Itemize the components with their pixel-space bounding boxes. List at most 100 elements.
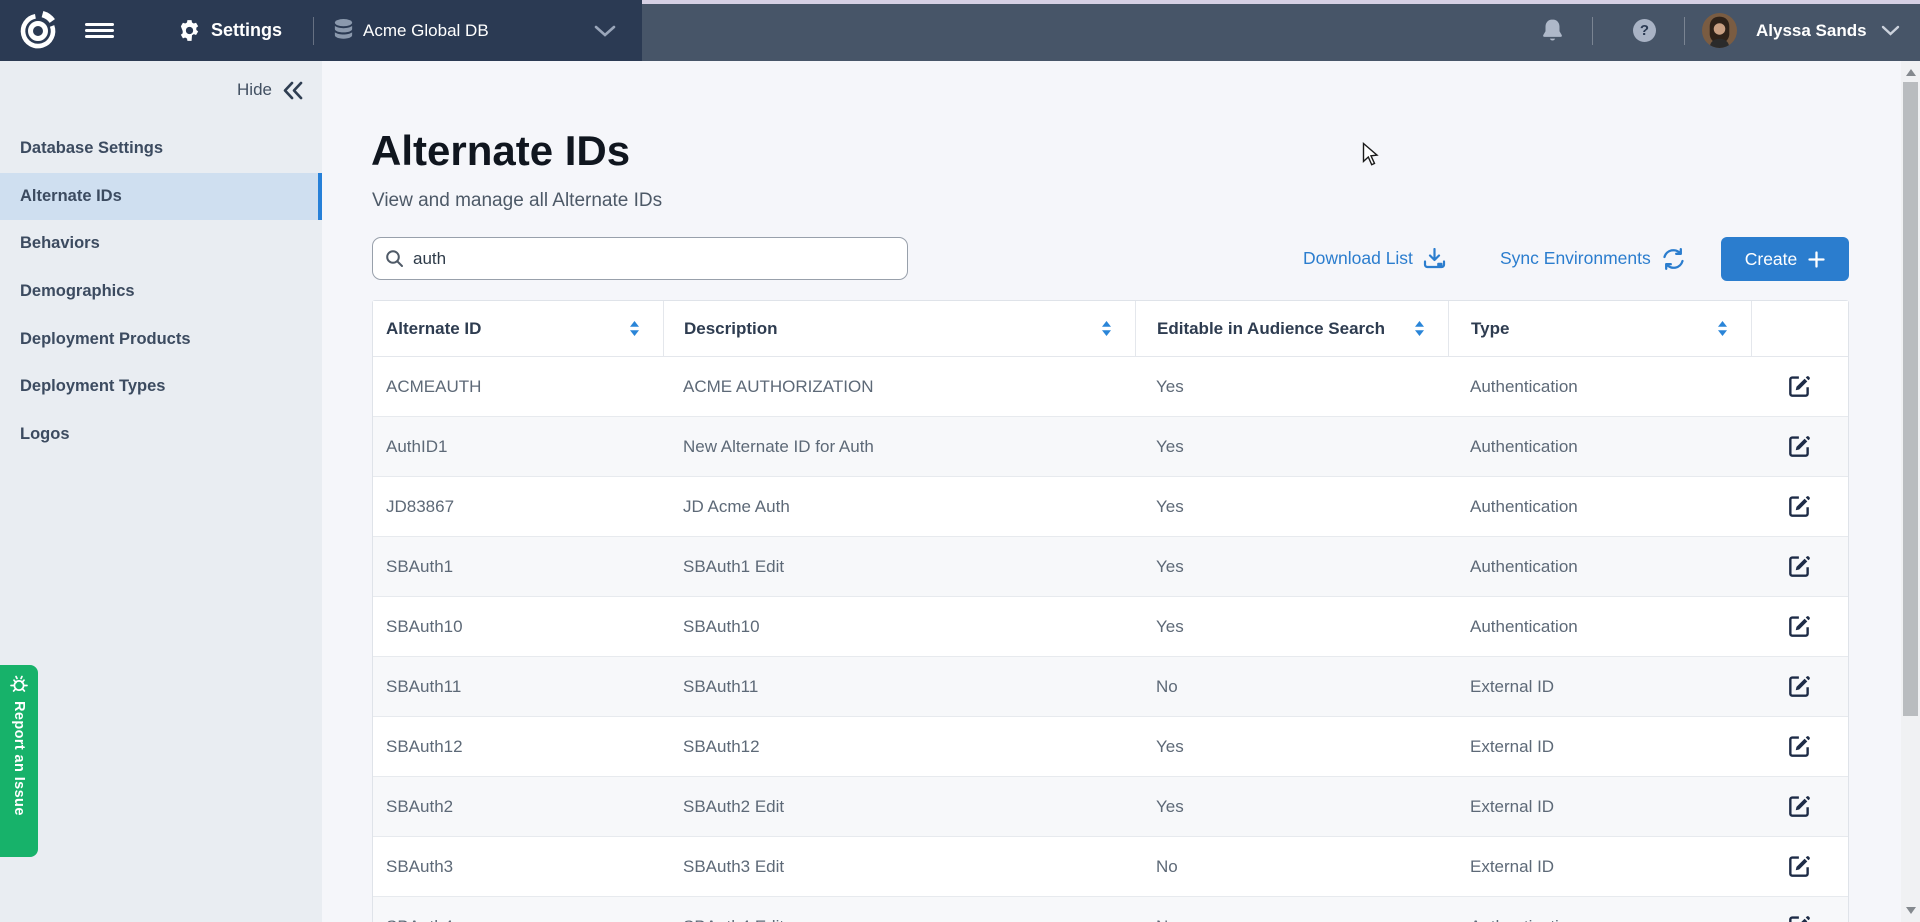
edit-icon bbox=[1787, 434, 1812, 459]
mouse-cursor bbox=[1362, 142, 1380, 172]
sort-icon[interactable] bbox=[1413, 320, 1426, 337]
hide-sidebar-button[interactable]: Hide bbox=[237, 80, 304, 100]
description-cell: SBAuth1 Edit bbox=[663, 537, 1135, 596]
database-icon bbox=[332, 0, 355, 61]
hamburger-menu-button[interactable] bbox=[85, 0, 114, 61]
column-header-editable[interactable]: Editable in Audience Search bbox=[1135, 301, 1448, 356]
alternate-id-cell: SBAuth1 bbox=[373, 537, 663, 596]
sidebar-item-behaviors[interactable]: Behaviors bbox=[0, 220, 322, 268]
scrollbar-down-arrow[interactable] bbox=[1906, 907, 1916, 914]
edit-button[interactable] bbox=[1751, 597, 1848, 656]
sidebar-item-label: Demographics bbox=[20, 282, 135, 301]
search-icon bbox=[385, 249, 404, 268]
edit-button[interactable] bbox=[1751, 657, 1848, 716]
edit-button[interactable] bbox=[1751, 897, 1848, 922]
alternate-id-cell: SBAuth4 bbox=[373, 897, 663, 922]
settings-title: Settings bbox=[211, 0, 282, 61]
edit-button[interactable] bbox=[1751, 477, 1848, 536]
edit-button[interactable] bbox=[1751, 717, 1848, 776]
plus-icon bbox=[1808, 251, 1825, 268]
description-cell: SBAuth12 bbox=[663, 717, 1135, 776]
editable-cell: No bbox=[1135, 897, 1448, 922]
sidebar-item-deployment-products[interactable]: Deployment Products bbox=[0, 315, 322, 363]
editable-cell: Yes bbox=[1135, 477, 1448, 536]
create-label: Create bbox=[1745, 249, 1798, 270]
description-cell: SBAuth3 Edit bbox=[663, 837, 1135, 896]
search-input[interactable] bbox=[413, 249, 895, 269]
scrollbar-thumb[interactable] bbox=[1903, 82, 1918, 716]
sidebar-item-demographics[interactable]: Demographics bbox=[0, 268, 322, 316]
table-row: SBAuth10SBAuth10YesAuthentication bbox=[373, 597, 1848, 657]
editable-cell: Yes bbox=[1135, 717, 1448, 776]
table-row: SBAuth11SBAuth11NoExternal ID bbox=[373, 657, 1848, 717]
sort-icon[interactable] bbox=[1100, 320, 1113, 337]
alternate-id-cell: SBAuth11 bbox=[373, 657, 663, 716]
edit-button[interactable] bbox=[1751, 837, 1848, 896]
column-header-alternate-id[interactable]: Alternate ID bbox=[373, 301, 663, 356]
table-body: ACMEAUTHACME AUTHORIZATIONYesAuthenticat… bbox=[373, 357, 1848, 922]
column-header-description[interactable]: Description bbox=[663, 301, 1135, 356]
table-row: SBAuth12SBAuth12YesExternal ID bbox=[373, 717, 1848, 777]
sort-icon[interactable] bbox=[628, 320, 641, 337]
sidebar-item-label: Deployment Products bbox=[20, 330, 191, 349]
type-cell: Authentication bbox=[1448, 357, 1751, 416]
question-icon: ? bbox=[1633, 19, 1656, 42]
alternate-id-cell: JD83867 bbox=[373, 477, 663, 536]
topbar-divider bbox=[313, 17, 314, 45]
table-row: AuthID1New Alternate ID for AuthYesAuthe… bbox=[373, 417, 1848, 477]
edit-button[interactable] bbox=[1751, 357, 1848, 416]
scrollbar-up-arrow[interactable] bbox=[1906, 69, 1916, 76]
bug-icon bbox=[9, 674, 29, 694]
download-list-button[interactable]: Download List bbox=[1303, 237, 1446, 280]
column-header-actions bbox=[1751, 301, 1848, 356]
edit-button[interactable] bbox=[1751, 777, 1848, 836]
alternate-id-cell: ACMEAUTH bbox=[373, 357, 663, 416]
table-header-row: Alternate ID Description Editable in Aud… bbox=[373, 301, 1848, 357]
database-selector[interactable]: Acme Global DB bbox=[363, 0, 489, 61]
user-chevron-down-icon[interactable] bbox=[1881, 0, 1900, 61]
sidebar-item-logos[interactable]: Logos bbox=[0, 411, 322, 459]
editable-cell: No bbox=[1135, 837, 1448, 896]
sort-icon[interactable] bbox=[1716, 320, 1729, 337]
table-row: SBAuth4SBAuth4 EditNoAuthentication bbox=[373, 897, 1848, 922]
type-cell: External ID bbox=[1448, 837, 1751, 896]
alternate-ids-table: Alternate ID Description Editable in Aud… bbox=[372, 300, 1849, 922]
sidebar-item-alternate-ids[interactable]: Alternate IDs bbox=[0, 173, 322, 221]
database-chevron-down-icon[interactable] bbox=[594, 0, 616, 61]
edit-icon bbox=[1787, 554, 1812, 579]
sidebar-item-label: Database Settings bbox=[20, 139, 163, 158]
column-header-type[interactable]: Type bbox=[1448, 301, 1751, 356]
notification-bell-icon[interactable] bbox=[1541, 0, 1564, 61]
report-issue-tab[interactable]: Report an Issue bbox=[0, 665, 38, 857]
edit-button[interactable] bbox=[1751, 417, 1848, 476]
sync-icon bbox=[1661, 248, 1686, 270]
topbar-divider bbox=[1684, 17, 1685, 45]
edit-icon bbox=[1787, 614, 1812, 639]
vertical-scrollbar[interactable] bbox=[1901, 61, 1920, 922]
sync-environments-button[interactable]: Sync Environments bbox=[1500, 237, 1686, 280]
type-cell: Authentication bbox=[1448, 897, 1751, 922]
table-row: SBAuth1SBAuth1 EditYesAuthentication bbox=[373, 537, 1848, 597]
edit-button[interactable] bbox=[1751, 537, 1848, 596]
sync-environments-label: Sync Environments bbox=[1500, 248, 1651, 269]
type-cell: Authentication bbox=[1448, 537, 1751, 596]
table-row: ACMEAUTHACME AUTHORIZATIONYesAuthenticat… bbox=[373, 357, 1848, 417]
top-bar: Settings Acme Global DB ? bbox=[0, 0, 1920, 61]
sidebar-item-database-settings[interactable]: Database Settings bbox=[0, 125, 322, 173]
sidebar-item-deployment-types[interactable]: Deployment Types bbox=[0, 363, 322, 411]
type-cell: Authentication bbox=[1448, 477, 1751, 536]
alternate-id-cell: SBAuth12 bbox=[373, 717, 663, 776]
editable-cell: Yes bbox=[1135, 417, 1448, 476]
user-name[interactable]: Alyssa Sands bbox=[1756, 0, 1867, 61]
type-cell: Authentication bbox=[1448, 597, 1751, 656]
edit-icon bbox=[1787, 734, 1812, 759]
user-avatar[interactable] bbox=[1702, 0, 1737, 61]
alternate-id-cell: SBAuth10 bbox=[373, 597, 663, 656]
description-cell: SBAuth11 bbox=[663, 657, 1135, 716]
create-button[interactable]: Create bbox=[1721, 237, 1849, 281]
edit-icon bbox=[1787, 854, 1812, 879]
help-button[interactable]: ? bbox=[1633, 0, 1656, 61]
app-logo-icon[interactable] bbox=[16, 0, 60, 61]
topbar-divider bbox=[1592, 17, 1593, 45]
description-cell: JD Acme Auth bbox=[663, 477, 1135, 536]
